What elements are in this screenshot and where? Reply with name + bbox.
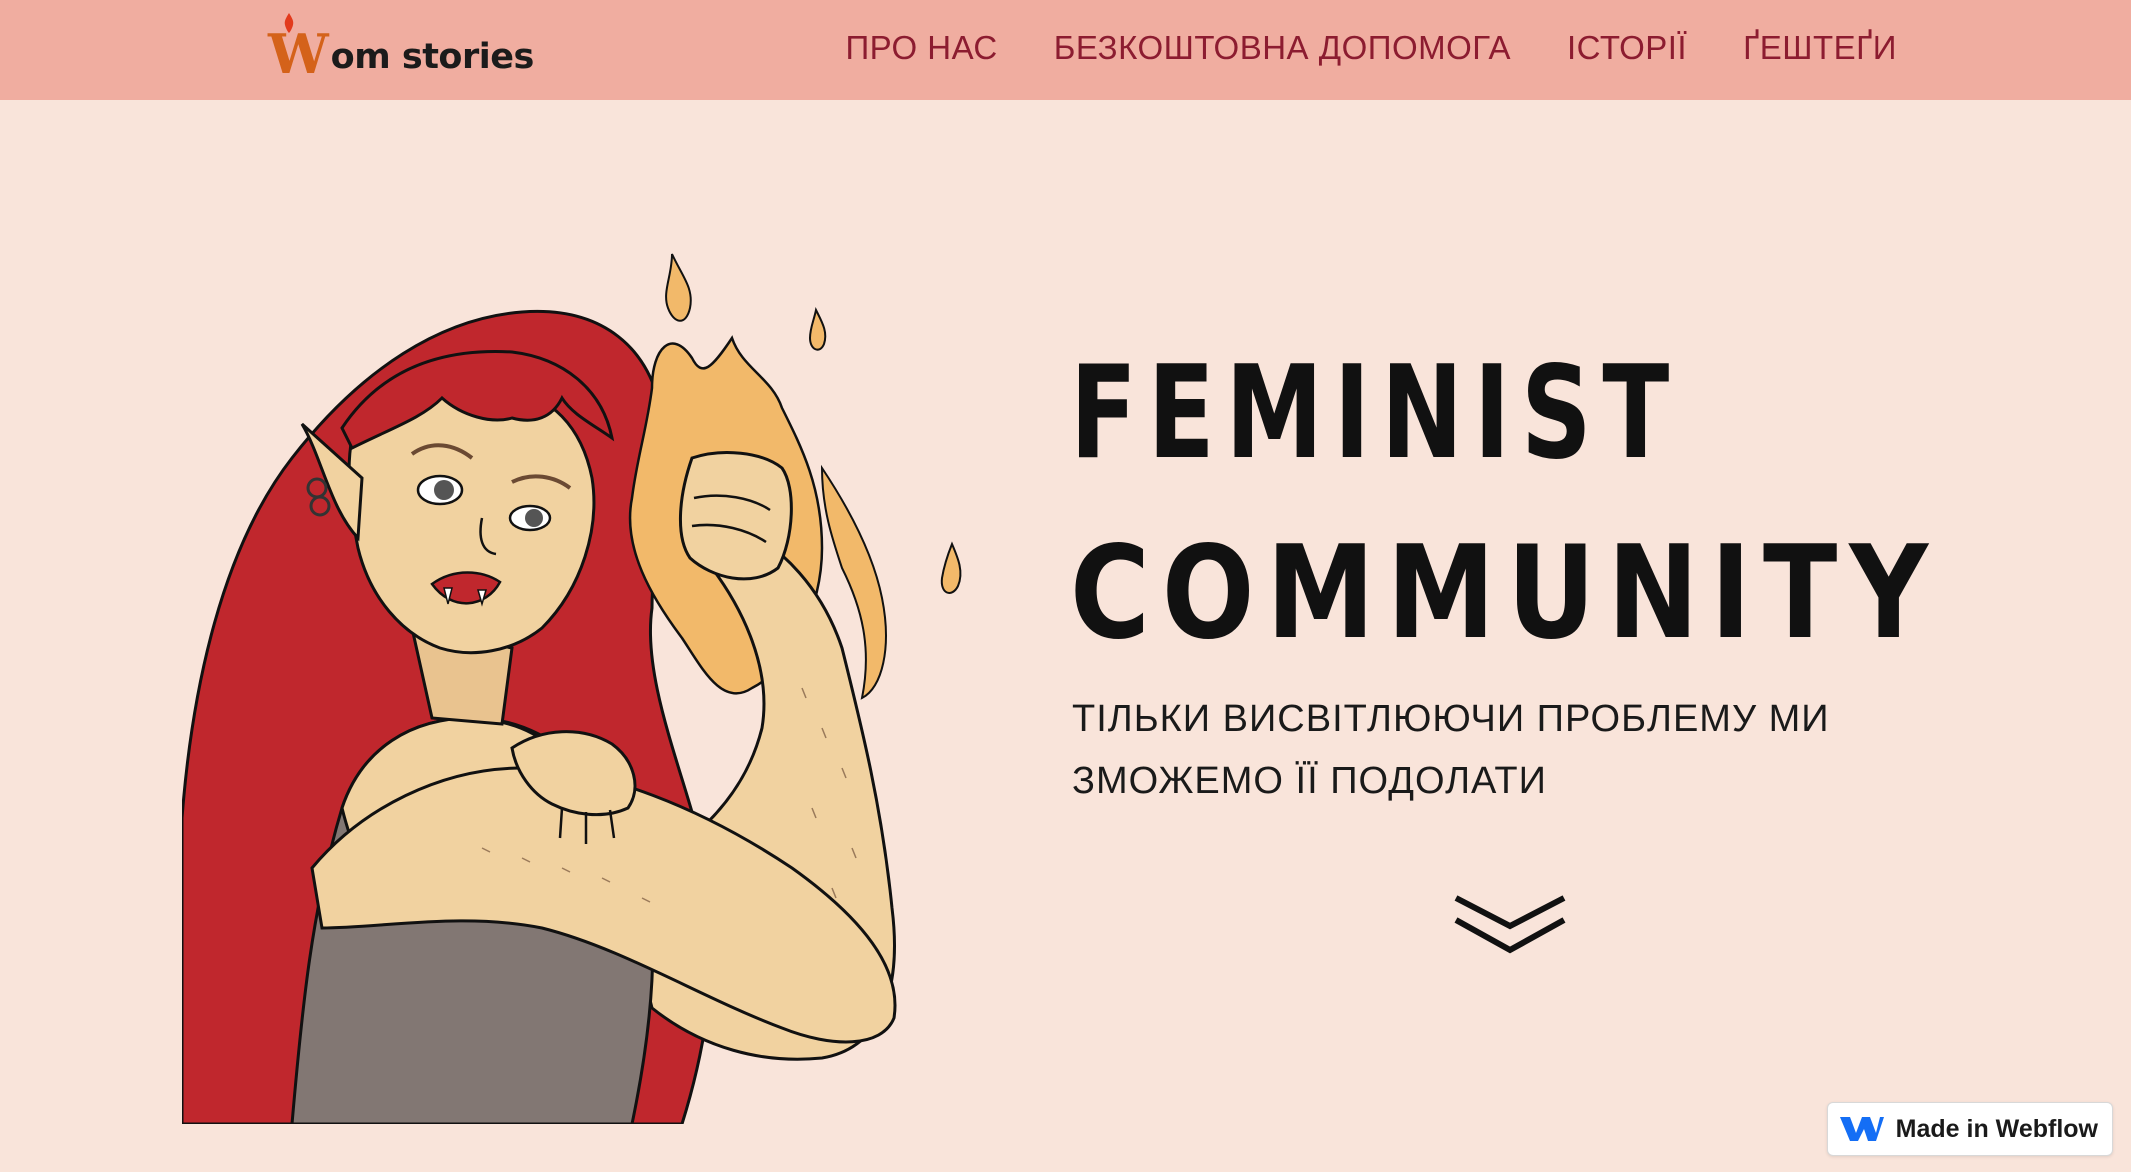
iris-right (525, 509, 543, 527)
badge-label: Made in Webflow (1895, 1114, 2098, 1143)
flame-spark (940, 541, 962, 594)
nav-links: ПРО НАС БЕЗКОШТОВНА ДОПОМОГА ІСТОРІЇ ҐЕШ… (845, 0, 1897, 96)
nav-link-free-help[interactable]: БЕЗКОШТОВНА ДОПОМОГА (1054, 29, 1511, 67)
flame-icon (284, 13, 294, 33)
webflow-logo-icon (1839, 1117, 1884, 1141)
subtitle-line-1: ТІЛЬКИ ВИСВІТЛЮЮЧИ ПРОБЛЕМУ МИ (1072, 698, 1830, 740)
subtitle-line-2: ЗМОЖЕМО ЇЇ ПОДОЛАТИ (1072, 760, 1547, 802)
hero-headline: FEMINIST COMMUNITY (1070, 345, 2050, 665)
nav-link-stories[interactable]: ІСТОРІЇ (1567, 29, 1687, 67)
chevron-double-down-icon[interactable] (1450, 890, 1570, 960)
headline-graphic: FEMINIST COMMUNITY (1070, 345, 1940, 665)
headline-line-2: COMMUNITY (1070, 519, 1940, 665)
logo-text: om stories (330, 37, 535, 77)
nav-link-hashtags[interactable]: ҐЕШТЕҐИ (1743, 29, 1897, 67)
made-in-webflow-badge[interactable]: Made in Webflow (1826, 1102, 2113, 1156)
fist (678, 451, 793, 581)
headline-line-1: FEMINIST (1070, 345, 1680, 488)
hero-illustration (182, 253, 962, 1124)
iris-left (434, 480, 454, 500)
logo-link[interactable]: W om stories (268, 6, 534, 94)
flame-spark (808, 306, 827, 351)
nav-link-about[interactable]: ПРО НАС (845, 29, 997, 67)
flame-spark (665, 253, 692, 322)
hero-subtitle: ТІЛЬКИ ВИСВІТЛЮЮЧИ ПРОБЛЕМУ МИ ЗМОЖЕМО Ї… (1072, 688, 1892, 812)
navbar: W om stories ПРО НАС БЕЗКОШТОВНА ДОПОМОГ… (0, 0, 2131, 100)
logo-letter: W (268, 13, 329, 81)
